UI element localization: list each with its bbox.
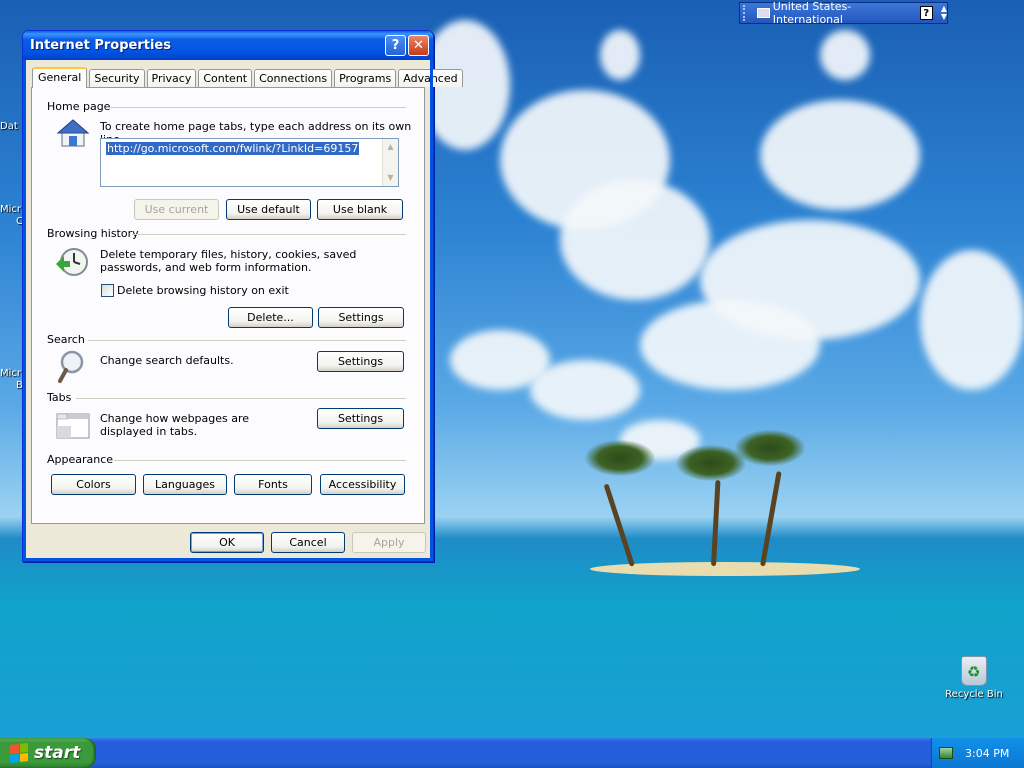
help-button[interactable]: ? <box>385 35 406 56</box>
tabs-settings-button[interactable]: Settings <box>317 408 404 429</box>
home-page-url-field[interactable]: http://go.microsoft.com/fwlink/?LinkId=6… <box>100 138 399 187</box>
tab-strip: General Security Privacy Content Connect… <box>32 67 465 88</box>
desktop-icon-label[interactable]: Dat <box>0 121 24 132</box>
network-icon[interactable] <box>939 747 953 759</box>
start-label: start <box>34 743 81 763</box>
delete-history-button[interactable]: Delete... <box>228 307 313 328</box>
search-settings-button[interactable]: Settings <box>317 351 404 372</box>
colors-button[interactable]: Colors <box>51 474 136 495</box>
windows-logo-icon <box>10 743 28 763</box>
appearance-title: Appearance <box>47 453 114 466</box>
tabs-window-icon <box>56 410 90 443</box>
section-divider <box>76 398 406 399</box>
section-divider <box>114 460 406 461</box>
home-icon <box>56 118 90 151</box>
tab-advanced[interactable]: Advanced <box>398 69 463 87</box>
scroll-down-icon[interactable]: ▼ <box>383 170 398 186</box>
section-divider <box>88 340 406 341</box>
url-scrollbar[interactable]: ▲ ▼ <box>382 139 398 186</box>
window-border <box>23 558 433 561</box>
recycle-bin[interactable]: Recycle Bin <box>944 656 1004 700</box>
home-page-url-value[interactable]: http://go.microsoft.com/fwlink/?LinkId=6… <box>106 142 360 155</box>
language-bar[interactable]: United States-International ? ▲ ▼ <box>739 0 948 26</box>
language-label[interactable]: United States-International <box>773 0 910 26</box>
browsing-history-description: Delete temporary files, history, cookies… <box>100 248 357 274</box>
delete-on-exit-label[interactable]: Delete browsing history on exit <box>117 284 289 297</box>
title-bar[interactable]: Internet Properties ? ✕ <box>23 31 433 60</box>
desktop-icon-label[interactable]: Micr <box>0 368 24 379</box>
close-button[interactable]: ✕ <box>408 35 429 56</box>
recycle-bin-icon[interactable] <box>961 656 987 686</box>
use-blank-button[interactable]: Use blank <box>317 199 403 220</box>
ok-button[interactable]: OK <box>190 532 264 553</box>
start-button[interactable]: start <box>0 738 96 768</box>
tab-privacy[interactable]: Privacy <box>146 69 197 87</box>
home-page-title: Home page <box>47 100 111 113</box>
browsing-history-title: Browsing history <box>47 227 139 240</box>
language-options-icon[interactable]: ▲ ▼ <box>941 5 947 21</box>
accessibility-button[interactable]: Accessibility <box>320 474 405 495</box>
history-clock-icon <box>54 246 90 281</box>
languages-button[interactable]: Languages <box>143 474 227 495</box>
tab-programs[interactable]: Programs <box>334 69 397 87</box>
use-current-button[interactable]: Use current <box>134 199 219 220</box>
tab-security[interactable]: Security <box>89 69 145 87</box>
recycle-bin-label: Recycle Bin <box>945 689 1003 700</box>
tab-connections[interactable]: Connections <box>254 69 333 87</box>
tabs-description: Change how webpages are displayed in tab… <box>100 412 250 438</box>
system-tray: 3:04 PM <box>931 738 1024 768</box>
use-default-button[interactable]: Use default <box>226 199 311 220</box>
tab-content[interactable]: Content <box>198 69 253 87</box>
keyboard-icon <box>756 8 770 18</box>
search-description: Change search defaults. <box>100 354 234 367</box>
desktop-icon-label[interactable]: Micr <box>0 204 24 215</box>
clock[interactable]: 3:04 PM <box>965 747 1009 760</box>
delete-on-exit-checkbox[interactable] <box>101 284 114 297</box>
scroll-up-icon[interactable]: ▲ <box>383 139 398 155</box>
search-magnifier-icon <box>58 350 90 387</box>
cancel-button[interactable]: Cancel <box>271 532 345 553</box>
fonts-button[interactable]: Fonts <box>234 474 312 495</box>
internet-properties-dialog: Internet Properties ? ✕ General Security… <box>22 30 463 562</box>
general-tab-page: Home page To create home page tabs, type… <box>31 87 425 524</box>
tabs-title: Tabs <box>47 391 72 404</box>
language-help-icon[interactable]: ? <box>919 6 933 20</box>
tab-general[interactable]: General <box>32 67 88 88</box>
taskbar: start 3:04 PM <box>0 738 1024 768</box>
dialog-title: Internet Properties <box>30 38 171 53</box>
section-divider <box>132 234 406 235</box>
language-bar-grip[interactable] <box>743 5 749 21</box>
history-settings-button[interactable]: Settings <box>318 307 404 328</box>
apply-button[interactable]: Apply <box>352 532 426 553</box>
section-divider <box>107 107 406 108</box>
search-title: Search <box>47 333 85 346</box>
